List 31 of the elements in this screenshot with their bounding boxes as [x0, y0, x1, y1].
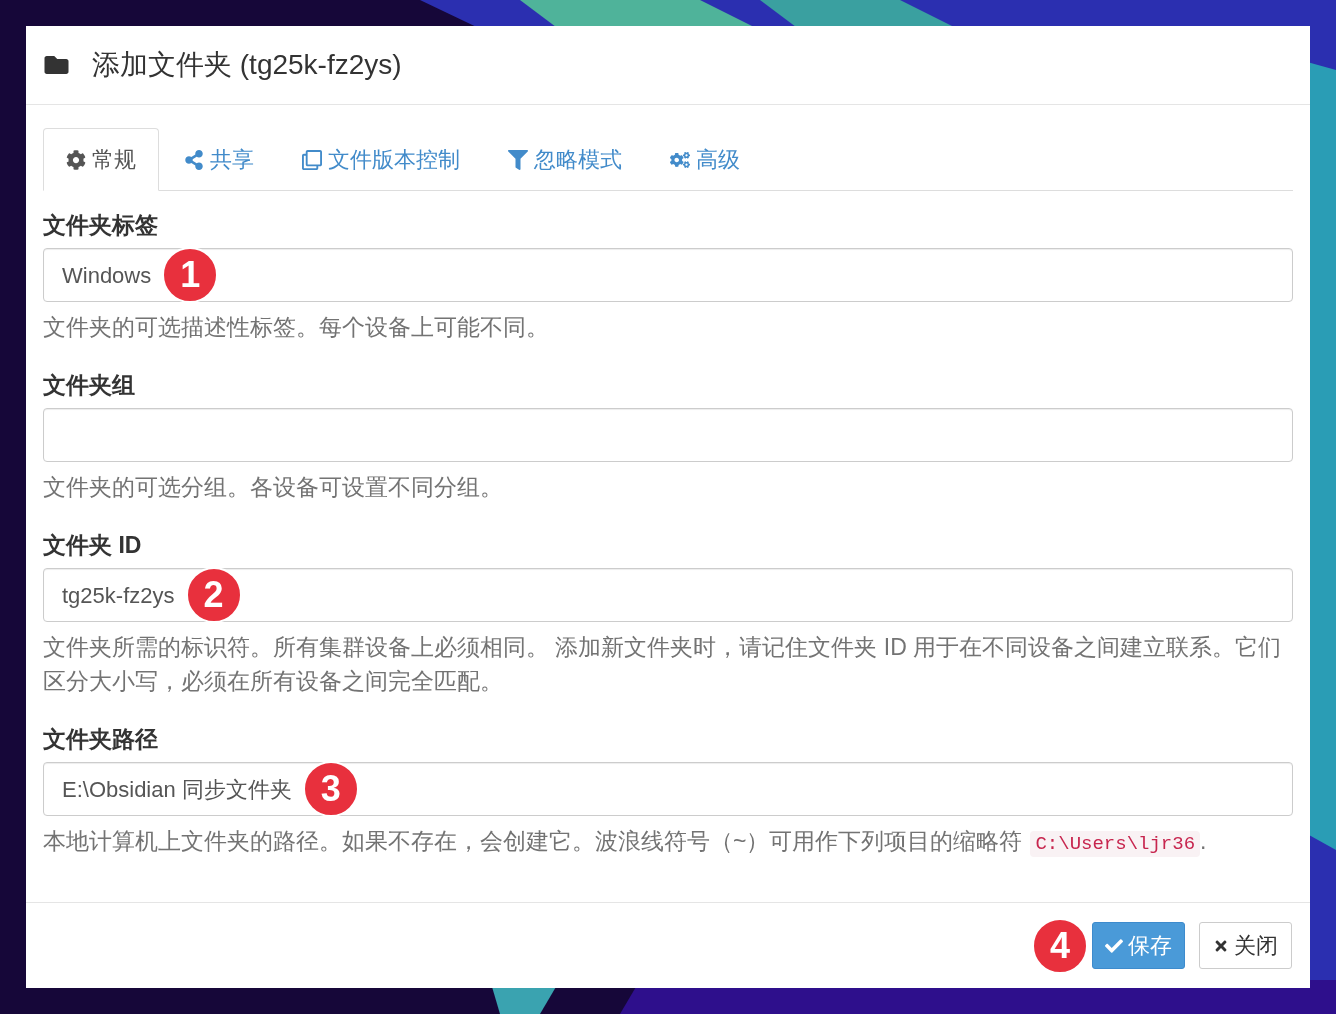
number-marker: 2: [185, 567, 242, 623]
tab[interactable]: 忽略模式: [485, 128, 645, 191]
help-text: 文件夹的可选分组。各设备可设置不同分组。: [43, 473, 504, 502]
input-field[interactable]: [43, 408, 1293, 462]
tab[interactable]: 文件版本控制: [279, 128, 483, 191]
field-label: 文件夹路径: [43, 725, 159, 754]
folder-icon: [43, 53, 70, 77]
gear-icon: [66, 149, 86, 170]
tab[interactable]: 高级: [647, 128, 763, 191]
field-label: 文件夹组: [43, 371, 136, 400]
input-field[interactable]: tg25k-fz2ys 2: [43, 568, 1293, 622]
help-text: 本地计算机上文件夹的路径。如果不存在，会创建它。波浪线符号（~）可用作下列项目的缩略符 C:\Users\ljr36 .: [43, 827, 1208, 859]
share-icon: [184, 149, 204, 170]
gears-icon: [670, 149, 690, 170]
field-label: 文件夹 ID: [43, 531, 143, 560]
filter-icon: [508, 149, 528, 170]
number-marker: 3: [302, 761, 359, 817]
dialog-title: 添加文件夹 (tg25k-fz2ys): [92, 48, 402, 82]
tab[interactable]: 常规: [43, 128, 159, 191]
help-text: 文件夹的可选描述性标签。每个设备上可能不同。: [43, 313, 550, 342]
input-field[interactable]: Windows 1: [43, 248, 1293, 302]
field-label: 文件夹标签: [43, 211, 159, 240]
check-icon: [1105, 936, 1123, 955]
number-marker: 1: [162, 247, 219, 303]
close-button[interactable]: 关闭: [1199, 922, 1292, 969]
copy-icon: [302, 149, 322, 170]
help-text: 文件夹所需的标识符。所有集群设备上必须相同。 添加新文件夹时，请记住文件夹 ID 用于在不同设备之间建立联系。它们区分大小写，必须在所有设备之间完全匹配。: [43, 633, 1283, 696]
input-field[interactable]: E:\Obsidian 同步文件夹 3: [43, 762, 1293, 816]
path-code: C:\Users\ljr36: [1030, 831, 1201, 857]
tab[interactable]: 共享: [161, 128, 277, 191]
number-marker: 4: [1032, 917, 1088, 974]
